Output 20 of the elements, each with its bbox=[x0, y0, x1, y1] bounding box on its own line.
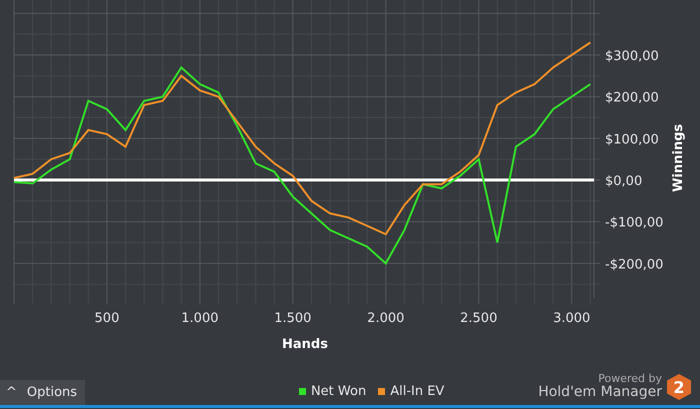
logo-badge: 2 bbox=[666, 373, 692, 401]
axis-title: Winnings bbox=[671, 124, 686, 192]
axis-tick-label: -$100,00 bbox=[605, 216, 664, 231]
axis-tick-label: $200,00 bbox=[605, 90, 659, 106]
legend-item: All-In EV bbox=[378, 384, 444, 399]
axis-tick-label: $100,00 bbox=[605, 132, 659, 148]
axis-tick-label: 1.500 bbox=[274, 311, 312, 326]
powered-by-text: Powered by bbox=[598, 373, 662, 386]
axis-tick-label: 2.500 bbox=[460, 311, 498, 326]
legend-item: Net Won bbox=[298, 384, 366, 399]
product-name: Hold'em Manager bbox=[538, 385, 662, 401]
axis-tick-label: 2.000 bbox=[367, 311, 404, 326]
axis-tick-label: $300,00 bbox=[605, 49, 659, 64]
axis-tick-label: 3.000 bbox=[553, 311, 590, 326]
axis-tick-label: -$200,00 bbox=[605, 257, 664, 272]
axis-tick-label: 500 bbox=[94, 311, 120, 326]
options-button[interactable]: ^ Options bbox=[0, 380, 86, 405]
axis-tick-label: 1.000 bbox=[181, 311, 218, 326]
axis-tick-label: $0,00 bbox=[605, 174, 642, 190]
axis-title: Hands bbox=[282, 337, 328, 352]
